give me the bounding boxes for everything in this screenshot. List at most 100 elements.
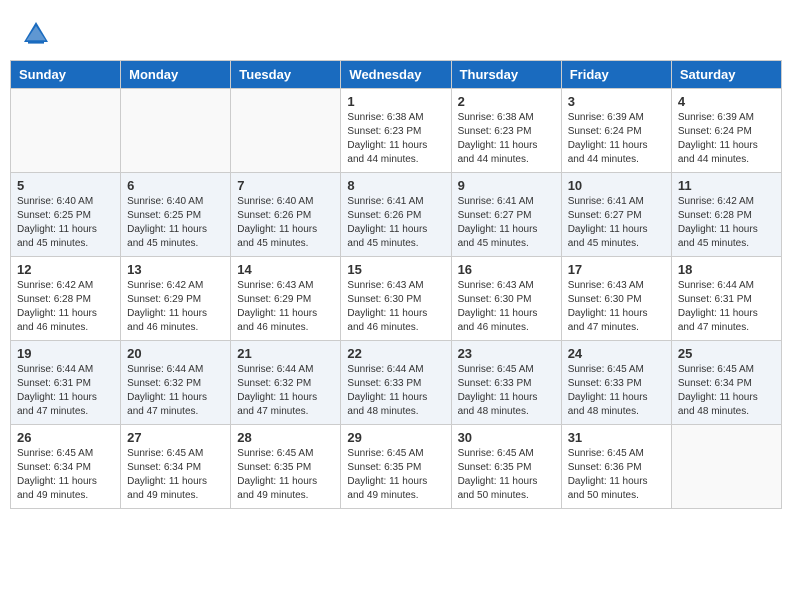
calendar-cell: 13Sunrise: 6:42 AMSunset: 6:29 PMDayligh… bbox=[121, 257, 231, 341]
day-number: 24 bbox=[568, 346, 665, 361]
day-info: Sunrise: 6:45 AMSunset: 6:35 PMDaylight:… bbox=[347, 448, 427, 501]
day-number: 23 bbox=[458, 346, 555, 361]
calendar-cell: 8Sunrise: 6:41 AMSunset: 6:26 PMDaylight… bbox=[341, 173, 451, 257]
calendar-cell: 18 Sunrise: 6:44 AMSunset: 6:31 PMDayligh… bbox=[671, 257, 781, 341]
day-info: Sunrise: 6:44 AMSunset: 6:32 PMDaylight:… bbox=[127, 364, 207, 417]
day-number: 28 bbox=[237, 430, 334, 445]
day-header-sunday: Sunday bbox=[11, 61, 121, 89]
day-header-saturday: Saturday bbox=[671, 61, 781, 89]
day-info: Sunrise: 6:39 AMSunset: 6:24 PMDaylight:… bbox=[568, 112, 648, 165]
calendar-cell: 5 Sunrise: 6:40 AMSunset: 6:25 PMDaylight… bbox=[11, 173, 121, 257]
day-header-wednesday: Wednesday bbox=[341, 61, 451, 89]
calendar-cell: 21 Sunrise: 6:44 AMSunset: 6:32 PMDayligh… bbox=[231, 341, 341, 425]
day-number: 3 bbox=[568, 94, 665, 109]
day-number: 19 bbox=[17, 346, 114, 361]
day-number: 10 bbox=[568, 178, 665, 193]
day-number: 7 bbox=[237, 178, 334, 193]
day-info: Sunrise: 6:45 AMSunset: 6:34 PMDaylight:… bbox=[127, 448, 207, 501]
calendar-cell: 7 Sunrise: 6:40 AMSunset: 6:26 PMDaylight… bbox=[231, 173, 341, 257]
day-number: 14 bbox=[237, 262, 334, 277]
day-info: Sunrise: 6:40 AMSunset: 6:25 PMDaylight:… bbox=[127, 196, 207, 249]
calendar-cell: 31 Sunrise: 6:45 AMSunset: 6:36 PMDayligh… bbox=[561, 425, 671, 509]
day-info: Sunrise: 6:45 AMSunset: 6:33 PMDaylight:… bbox=[568, 364, 648, 417]
day-number: 1 bbox=[347, 94, 444, 109]
day-number: 6 bbox=[127, 178, 224, 193]
day-number: 11 bbox=[678, 178, 775, 193]
day-info: Sunrise: 6:41 AMSunset: 6:27 PMDaylight:… bbox=[458, 196, 538, 249]
day-header-tuesday: Tuesday bbox=[231, 61, 341, 89]
calendar-table: SundayMondayTuesdayWednesdayThursdayFrid… bbox=[10, 60, 782, 509]
day-number: 15 bbox=[347, 262, 444, 277]
day-info: Sunrise: 6:41 AMSunset: 6:27 PMDaylight:… bbox=[568, 196, 648, 249]
day-header-monday: Monday bbox=[121, 61, 231, 89]
calendar-cell: 11 Sunrise: 6:42 AMSunset: 6:28 PMDayligh… bbox=[671, 173, 781, 257]
day-info: Sunrise: 6:45 AMSunset: 6:34 PMDaylight:… bbox=[17, 448, 97, 501]
day-number: 12 bbox=[17, 262, 114, 277]
day-info: Sunrise: 6:38 AMSunset: 6:23 PMDaylight:… bbox=[458, 112, 538, 165]
day-info: Sunrise: 6:44 AMSunset: 6:32 PMDaylight:… bbox=[237, 364, 317, 417]
day-header-friday: Friday bbox=[561, 61, 671, 89]
day-number: 26 bbox=[17, 430, 114, 445]
day-number: 2 bbox=[458, 94, 555, 109]
calendar-week-row: 26 Sunrise: 6:45 AMSunset: 6:34 PMDayligh… bbox=[11, 425, 782, 509]
day-info: Sunrise: 6:38 AMSunset: 6:23 PMDaylight:… bbox=[347, 112, 427, 165]
day-info: Sunrise: 6:40 AMSunset: 6:26 PMDaylight:… bbox=[237, 196, 317, 249]
day-info: Sunrise: 6:43 AMSunset: 6:30 PMDaylight:… bbox=[458, 280, 538, 333]
calendar-cell bbox=[671, 425, 781, 509]
day-number: 31 bbox=[568, 430, 665, 445]
calendar-cell: 1 Sunrise: 6:38 AMSunset: 6:23 PMDaylight… bbox=[341, 89, 451, 173]
calendar-cell: 26 Sunrise: 6:45 AMSunset: 6:34 PMDayligh… bbox=[11, 425, 121, 509]
calendar-cell: 30 Sunrise: 6:45 AMSunset: 6:35 PMDayligh… bbox=[451, 425, 561, 509]
day-info: Sunrise: 6:45 AMSunset: 6:34 PMDaylight:… bbox=[678, 364, 758, 417]
day-number: 17 bbox=[568, 262, 665, 277]
day-number: 18 bbox=[678, 262, 775, 277]
day-info: Sunrise: 6:44 AMSunset: 6:31 PMDaylight:… bbox=[678, 280, 758, 333]
calendar-cell bbox=[11, 89, 121, 173]
day-number: 25 bbox=[678, 346, 775, 361]
day-info: Sunrise: 6:42 AMSunset: 6:28 PMDaylight:… bbox=[17, 280, 97, 333]
calendar-header-row: SundayMondayTuesdayWednesdayThursdayFrid… bbox=[11, 61, 782, 89]
day-number: 22 bbox=[347, 346, 444, 361]
calendar-cell: 24 Sunrise: 6:45 AMSunset: 6:33 PMDayligh… bbox=[561, 341, 671, 425]
day-header-thursday: Thursday bbox=[451, 61, 561, 89]
calendar-cell: 28 Sunrise: 6:45 AMSunset: 6:35 PMDayligh… bbox=[231, 425, 341, 509]
logo-icon bbox=[20, 18, 52, 50]
calendar-cell: 12 Sunrise: 6:42 AMSunset: 6:28 PMDayligh… bbox=[11, 257, 121, 341]
day-number: 29 bbox=[347, 430, 444, 445]
day-info: Sunrise: 6:45 AMSunset: 6:36 PMDaylight:… bbox=[568, 448, 648, 501]
day-info: Sunrise: 6:43 AMSunset: 6:29 PMDaylight:… bbox=[237, 280, 317, 333]
day-number: 21 bbox=[237, 346, 334, 361]
day-number: 20 bbox=[127, 346, 224, 361]
day-number: 8 bbox=[347, 178, 444, 193]
calendar-week-row: 1 Sunrise: 6:38 AMSunset: 6:23 PMDaylight… bbox=[11, 89, 782, 173]
logo bbox=[20, 18, 56, 50]
calendar-cell: 3 Sunrise: 6:39 AMSunset: 6:24 PMDaylight… bbox=[561, 89, 671, 173]
calendar-cell: 29 Sunrise: 6:45 AMSunset: 6:35 PMDayligh… bbox=[341, 425, 451, 509]
calendar-week-row: 19 Sunrise: 6:44 AMSunset: 6:31 PMDayligh… bbox=[11, 341, 782, 425]
day-info: Sunrise: 6:39 AMSunset: 6:24 PMDaylight:… bbox=[678, 112, 758, 165]
calendar-cell bbox=[231, 89, 341, 173]
day-info: Sunrise: 6:44 AMSunset: 6:31 PMDaylight:… bbox=[17, 364, 97, 417]
day-number: 30 bbox=[458, 430, 555, 445]
day-info: Sunrise: 6:44 AMSunset: 6:33 PMDaylight:… bbox=[347, 364, 427, 417]
calendar-cell: 9Sunrise: 6:41 AMSunset: 6:27 PMDaylight… bbox=[451, 173, 561, 257]
page-header bbox=[10, 10, 782, 56]
day-info: Sunrise: 6:40 AMSunset: 6:25 PMDaylight:… bbox=[17, 196, 97, 249]
calendar-cell: 17 Sunrise: 6:43 AMSunset: 6:30 PMDayligh… bbox=[561, 257, 671, 341]
calendar-cell: 16 Sunrise: 6:43 AMSunset: 6:30 PMDayligh… bbox=[451, 257, 561, 341]
day-info: Sunrise: 6:42 AMSunset: 6:29 PMDaylight:… bbox=[127, 280, 207, 333]
day-number: 5 bbox=[17, 178, 114, 193]
day-info: Sunrise: 6:43 AMSunset: 6:30 PMDaylight:… bbox=[347, 280, 427, 333]
day-info: Sunrise: 6:45 AMSunset: 6:35 PMDaylight:… bbox=[237, 448, 317, 501]
calendar-cell: 6 Sunrise: 6:40 AMSunset: 6:25 PMDaylight… bbox=[121, 173, 231, 257]
calendar-cell: 15 Sunrise: 6:43 AMSunset: 6:30 PMDayligh… bbox=[341, 257, 451, 341]
day-info: Sunrise: 6:45 AMSunset: 6:33 PMDaylight:… bbox=[458, 364, 538, 417]
day-info: Sunrise: 6:45 AMSunset: 6:35 PMDaylight:… bbox=[458, 448, 538, 501]
calendar-cell: 2 Sunrise: 6:38 AMSunset: 6:23 PMDaylight… bbox=[451, 89, 561, 173]
day-number: 16 bbox=[458, 262, 555, 277]
calendar-cell: 27Sunrise: 6:45 AMSunset: 6:34 PMDayligh… bbox=[121, 425, 231, 509]
day-info: Sunrise: 6:42 AMSunset: 6:28 PMDaylight:… bbox=[678, 196, 758, 249]
calendar-cell bbox=[121, 89, 231, 173]
day-info: Sunrise: 6:43 AMSunset: 6:30 PMDaylight:… bbox=[568, 280, 648, 333]
calendar-cell: 25 Sunrise: 6:45 AMSunset: 6:34 PMDayligh… bbox=[671, 341, 781, 425]
